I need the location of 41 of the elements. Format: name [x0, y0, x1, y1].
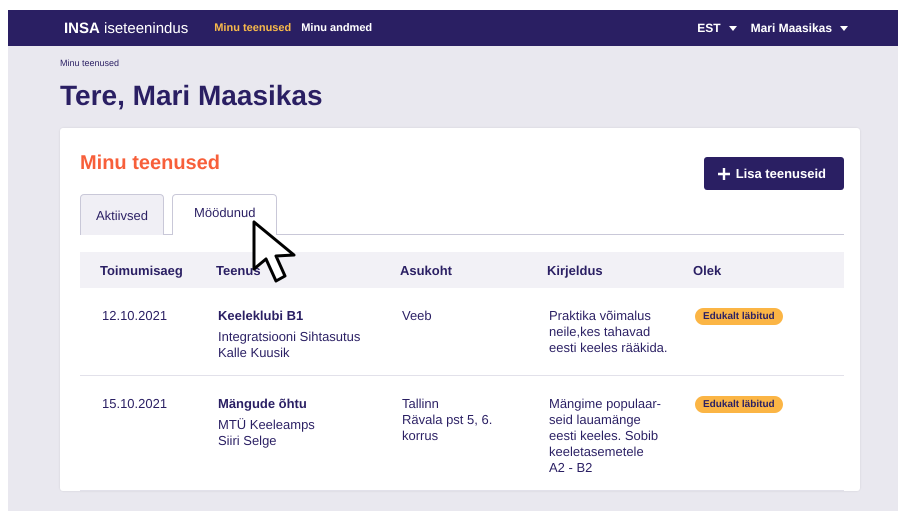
location-text: Veeb [402, 308, 432, 324]
plus-icon [718, 168, 730, 180]
column-header: Kirjeldus [547, 262, 604, 278]
column-header: Teenus [216, 262, 262, 278]
description-text: eesti keeles. Sobib [549, 428, 658, 444]
description-text: Praktika võimalus [549, 308, 651, 324]
date-cell-text: 15.10.2021 [102, 396, 168, 413]
service-title: Mängude õhtu [218, 396, 307, 411]
provider-text: MTÜ Keeleamps [218, 417, 315, 433]
provider-text: Siiri Selge [218, 433, 277, 449]
description-text: neile,kes tahavad [549, 324, 650, 340]
tab[interactable]: Möödunud [172, 194, 278, 235]
status-badge: Edukalt läbitud [695, 396, 783, 413]
description-text: Mängime populaar- [549, 396, 662, 412]
service-title: Keeleklubi B1 [218, 308, 304, 323]
caret-icon [840, 26, 848, 30]
status-badge: Edukalt läbitud [695, 308, 783, 325]
tab[interactable]: Aktiivsed [80, 194, 164, 235]
section-title: Minu teenused [80, 152, 220, 175]
location-text: Tallinn [402, 396, 439, 412]
column-header: Olek [693, 262, 722, 278]
brand-logo: INSA iseteenindus [64, 20, 188, 36]
date-cell-text: 12.10.2021 [102, 308, 168, 325]
page-title: Tere, Mari Maasikas [60, 80, 324, 112]
nav-link[interactable]: Minu teenused [214, 22, 292, 34]
column-header: Asukoht [400, 262, 453, 278]
provider-text: Kalle Kuusik [218, 345, 290, 361]
provider-text: Integratsiooni Sihtasutus [218, 329, 360, 345]
add-services-button[interactable]: Lisa teenuseid [704, 157, 844, 190]
description-text: seid lauamänge [549, 412, 641, 428]
location-text: korrus [402, 428, 438, 444]
language-dropdown[interactable]: EST [697, 21, 737, 35]
nav-link[interactable]: Minu andmed [301, 22, 372, 34]
breadcrumb[interactable]: Minu teenused [60, 58, 120, 68]
location-text: Rävala pst 5, 6. [402, 412, 492, 428]
description-text: A2 - B2 [549, 460, 592, 476]
user-menu[interactable]: Mari Maasikas [750, 21, 848, 35]
description-text: eesti keeles rääkida. [549, 340, 668, 356]
caret-icon [728, 26, 737, 30]
column-header: Toimumisaeg [100, 262, 184, 278]
description-text: keeletasemetele [549, 444, 644, 460]
